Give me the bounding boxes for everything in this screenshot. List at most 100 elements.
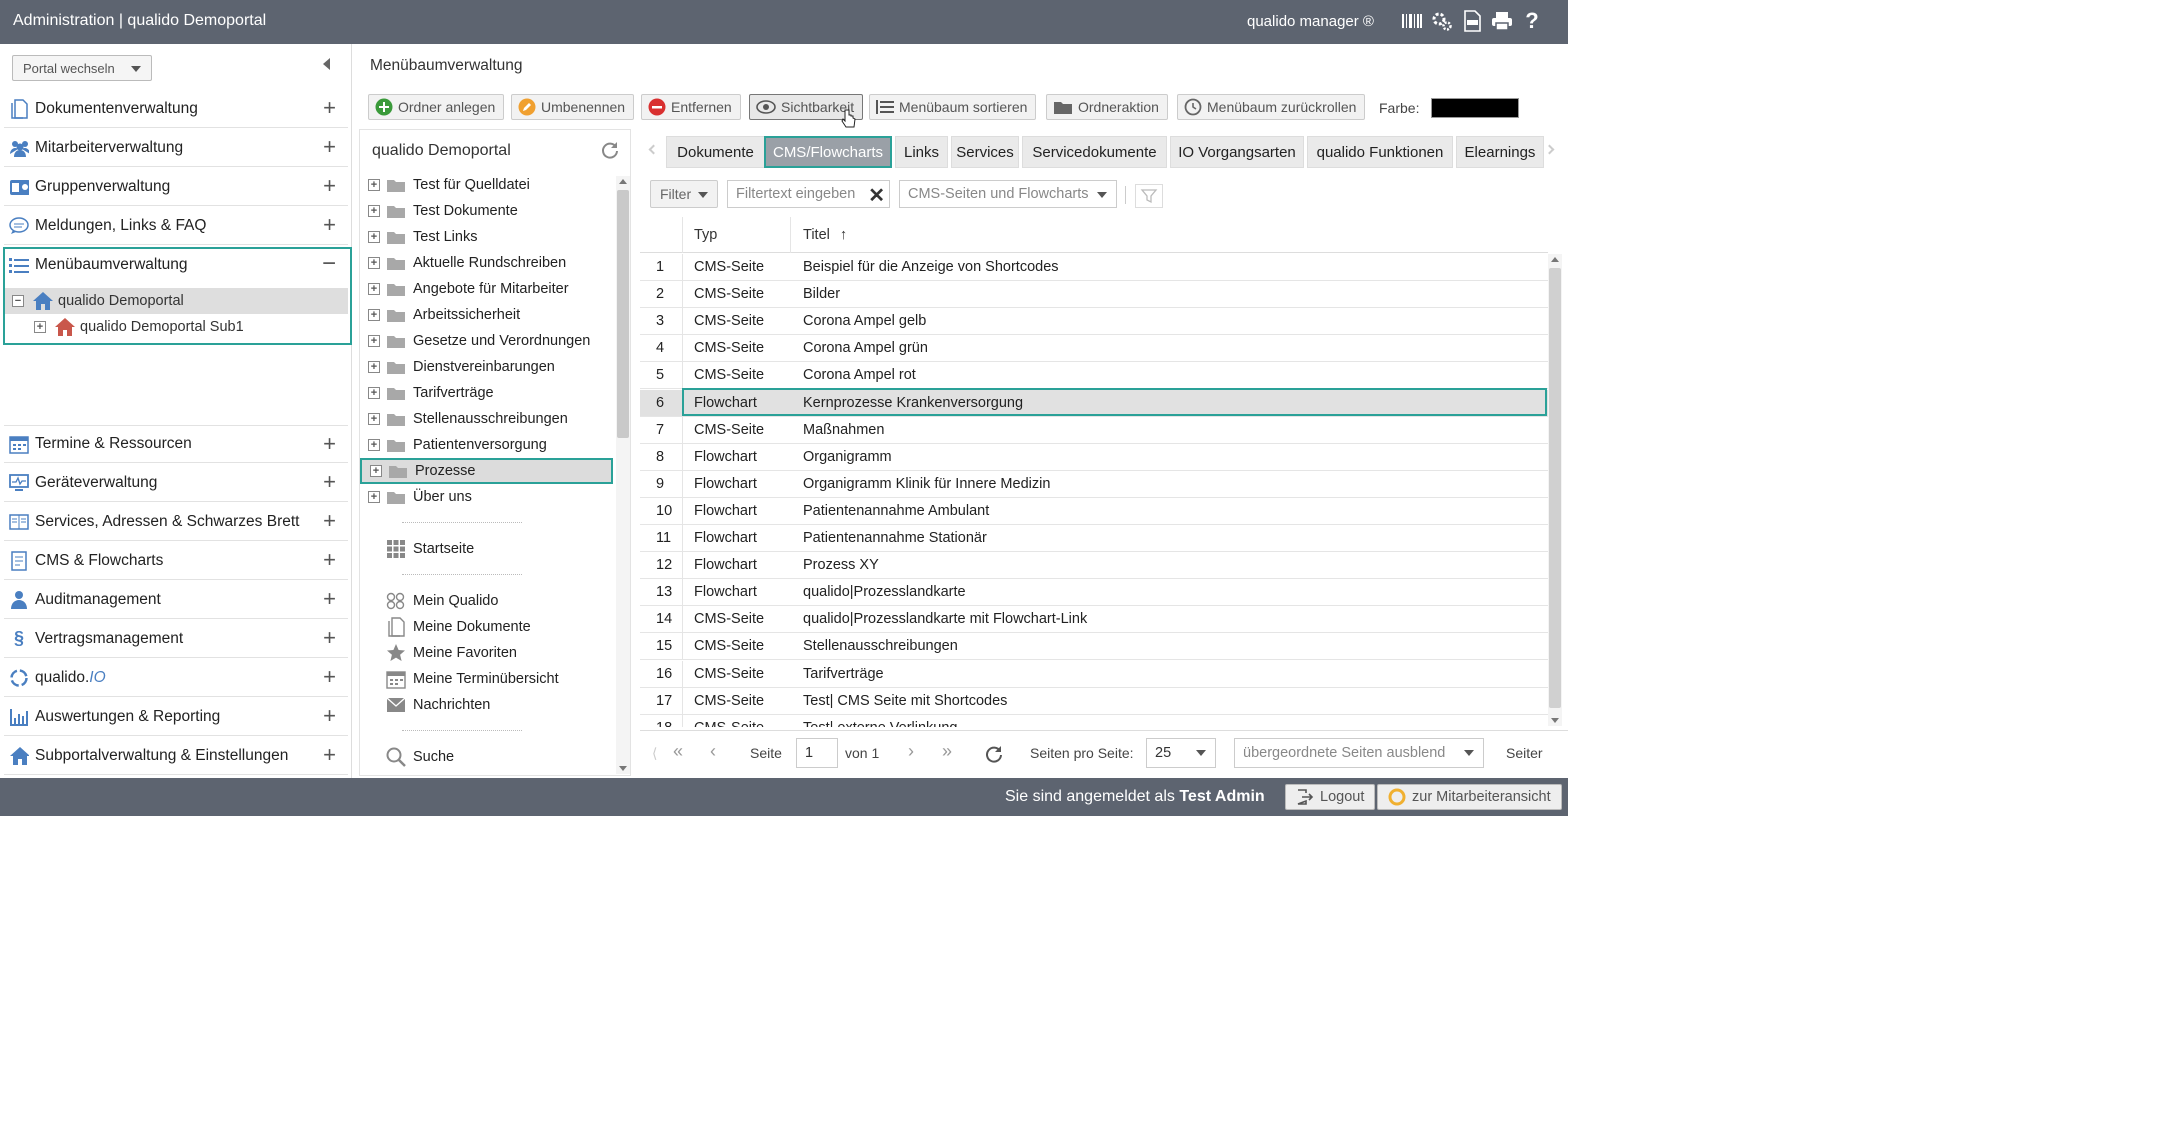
nav-mitarbeiterverwaltung[interactable]: Mitarbeiterverwaltung + [4,129,348,167]
tree-link-search[interactable]: Suche [386,744,454,770]
table-row[interactable]: 17 CMS-Seite Test| CMS Seite mit Shortcode… [640,687,1548,715]
column-header-titel[interactable]: Titel ↑ [803,227,847,243]
pager-first-page-icon[interactable]: ⟨ [652,745,657,762]
expand-node-icon[interactable]: + [368,491,380,503]
table-row[interactable]: 7 CMS-Seite Maßnahmen [640,416,1548,444]
table-row[interactable]: 2 CMS-Seite Bilder [640,281,1548,309]
color-picker[interactable] [1431,98,1519,118]
nav-termine[interactable]: Termine & Ressourcen + [4,425,348,463]
nav-qualido-io[interactable]: qualido. IO + [4,659,348,697]
expand-plus-icon[interactable]: + [323,510,336,532]
table-row[interactable]: 12 Flowchart Prozess XY [640,552,1548,580]
expand-node-icon[interactable]: + [368,309,380,321]
expand-plus-icon[interactable]: + [323,549,336,571]
expand-plus-icon[interactable]: + [323,705,336,727]
expand-plus-icon[interactable]: + [323,588,336,610]
table-row[interactable]: 18 CMS-Seite Test| externe Verlinkung [640,714,1548,727]
tab-servicedokumente[interactable]: Servicedokumente [1022,136,1167,168]
tree-folder[interactable]: + Arbeitssicherheit [368,302,608,328]
refresh-icon[interactable] [600,140,620,160]
tree-folder[interactable]: + Test für Quelldatei [368,172,608,198]
logout-button[interactable]: Logout [1285,784,1376,810]
add-folder-button[interactable]: Ordner anlegen [368,94,505,120]
expand-node-icon[interactable]: + [368,335,380,347]
column-header-typ[interactable]: Typ [694,227,717,243]
portal-switch-dropdown[interactable]: Portal wechseln [12,55,152,81]
pager-per-page-select[interactable]: 25 [1146,738,1216,768]
print-icon[interactable] [1491,10,1513,32]
tree-scrollbar[interactable] [616,176,630,774]
nav-geraeteverwaltung[interactable]: Geräteverwaltung + [4,464,348,502]
table-row[interactable]: 9 Flowchart Organigramm Klinik für Innere … [640,470,1548,498]
pager-last-icon[interactable]: » [942,741,952,762]
tree-folder[interactable]: + Test Dokumente [368,198,608,224]
table-row[interactable]: 4 CMS-Seite Corona Ampel grün [640,335,1548,363]
nav-cms-flowcharts[interactable]: CMS & Flowcharts + [4,542,348,580]
tab-cms-flowcharts[interactable]: CMS/Flowcharts [764,136,892,168]
table-row[interactable]: 15 CMS-Seite Stellenausschreibungen [640,633,1548,661]
nav-meldungen[interactable]: Meldungen, Links & FAQ + [4,207,348,245]
table-row[interactable]: 5 CMS-Seite Corona Ampel rot [640,362,1548,390]
user-menu[interactable]: qualido manager ® [1247,13,1374,30]
table-row[interactable]: 13 Flowchart qualido|Prozesslandkarte [640,579,1548,607]
expand-plus-icon[interactable]: + [323,175,336,197]
help-icon[interactable]: ? [1521,8,1543,33]
tree-folder[interactable]: + Test Links [368,224,608,250]
filter-dropdown[interactable]: Filter [650,180,718,208]
expand-plus-icon[interactable]: + [323,136,336,158]
expand-plus-icon[interactable]: + [323,666,336,688]
nav-auditmanagement[interactable]: Auditmanagement + [4,581,348,619]
rollback-button[interactable]: Menübaum zurückrollen [1177,94,1366,120]
expand-plus-icon[interactable]: + [323,433,336,455]
remove-button[interactable]: Entfernen [641,94,741,120]
expand-plus-icon[interactable]: + [323,214,336,236]
expand-node-icon[interactable]: + [368,205,380,217]
sort-tree-button[interactable]: Menübaum sortieren [869,94,1037,120]
expand-node-icon[interactable]: + [368,179,380,191]
expand-node-icon[interactable]: + [370,465,382,477]
expand-node-icon[interactable]: + [368,387,380,399]
tree-folder[interactable]: + Prozesse [360,458,613,484]
pager-first-icon[interactable]: « [673,741,683,762]
pager-page-input[interactable]: 1 [796,738,838,768]
filter-text-input[interactable]: Filtertext eingeben ✕ [727,180,890,208]
nav-auswertungen[interactable]: Auswertungen & Reporting + [4,698,348,736]
expand-node-icon[interactable]: + [368,361,380,373]
table-row[interactable]: 10 Flowchart Patientenannahme Ambulant [640,497,1548,525]
nav-vertragsmanagement[interactable]: § Vertragsmanagement + [4,620,348,658]
tab-links[interactable]: Links [895,136,948,168]
pager-prev-icon[interactable]: ‹ [710,741,716,762]
tabs-scroll-left-icon[interactable] [648,144,659,155]
nav-dokumentenverwaltung[interactable]: Dokumentenverwaltung + [4,90,348,128]
expand-plus-icon[interactable]: + [323,471,336,493]
nav-subportalverwaltung[interactable]: Subportalverwaltung & Einstellungen + [4,737,348,775]
tree-folder[interactable]: + Gesetze und Verordnungen [368,328,608,354]
table-row[interactable]: 3 CMS-Seite Corona Ampel gelb [640,308,1548,336]
pager-next-icon[interactable]: › [908,741,914,762]
expand-node-icon[interactable]: + [368,413,380,425]
tabs-scroll-right-icon[interactable] [1544,144,1555,155]
tree-link-mein-qualido[interactable]: Mein Qualido [386,588,498,614]
table-row[interactable]: 16 CMS-Seite Tarifverträge [640,660,1548,688]
collapse-sidebar-icon[interactable] [323,58,330,70]
filter-funnel-icon[interactable] [1135,184,1163,208]
barcode-icon[interactable] [1401,10,1423,32]
parent-pages-select[interactable]: übergeordnete Seiten ausblend [1234,738,1484,768]
rename-button[interactable]: Umbenennen [511,94,635,120]
expand-node-icon[interactable]: + [368,439,380,451]
tree-link-mail[interactable]: Nachrichten [386,692,490,718]
expand-plus-icon[interactable]: + [323,97,336,119]
tree-folder[interactable]: + Angebote für Mitarbeiter [368,276,608,302]
expand-node-icon[interactable]: + [368,231,380,243]
pager-refresh-icon[interactable] [984,744,1004,764]
expand-plus-icon[interactable]: + [323,744,336,766]
expand-plus-icon[interactable]: + [323,627,336,649]
table-row[interactable]: 1 CMS-Seite Beispiel für die Anzeige von S… [640,254,1548,281]
tree-link-documents[interactable]: Meine Dokumente [386,614,531,640]
table-row[interactable]: 11 Flowchart Patientenannahme Stationär [640,525,1548,552]
xlsx-icon[interactable] [1461,10,1483,32]
tree-folder[interactable]: + Patientenversorgung [368,432,608,458]
nav-services[interactable]: Services, Adressen & Schwarzes Brett + [4,503,348,541]
tree-folder[interactable]: + Stellenausschreibungen [368,406,608,432]
expand-node-icon[interactable]: + [368,257,380,269]
